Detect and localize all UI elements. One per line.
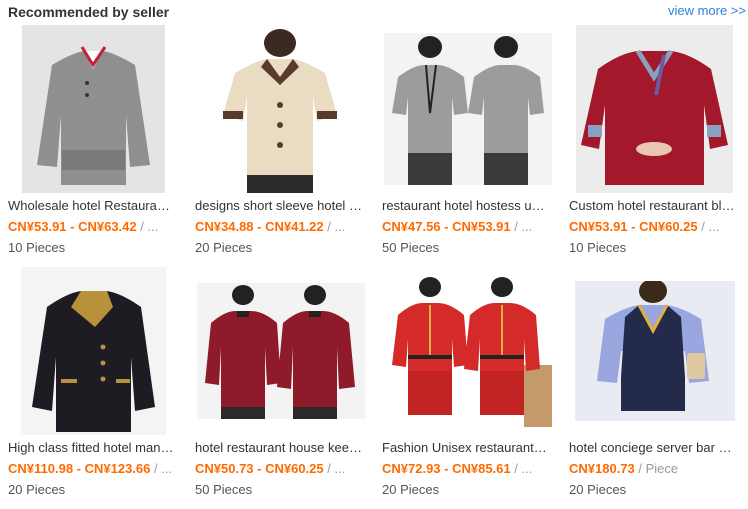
product-price-line: CN¥34.88 - CN¥41.22 / ... — [195, 218, 363, 236]
product-title[interactable]: hotel restaurant house keeping uniform — [195, 439, 363, 457]
product-price: CN¥72.93 - CN¥85.61 — [382, 461, 511, 476]
product-price-line: CN¥180.73 / Piece — [569, 460, 737, 478]
product-image[interactable] — [382, 266, 553, 436]
product-unit: / ... — [510, 461, 533, 476]
product-unit: / ... — [697, 219, 720, 234]
product-image[interactable] — [8, 24, 179, 194]
product-card[interactable]: Fashion Unisex restaurant waiter uniform… — [382, 266, 553, 497]
product-image[interactable] — [569, 24, 740, 194]
product-price: CN¥34.88 - CN¥41.22 — [195, 219, 324, 234]
product-card[interactable]: hotel restaurant house keeping uniform C… — [195, 266, 366, 497]
product-title[interactable]: Custom hotel restaurant blouse uniform — [569, 197, 737, 215]
product-grid: Wholesale hotel Restaurant long sleeve u… — [8, 24, 740, 497]
product-moq: 50 Pieces — [382, 240, 440, 255]
product-moq: 50 Pieces — [195, 482, 253, 497]
product-image[interactable] — [8, 266, 179, 436]
product-price: CN¥110.98 - CN¥123.66 — [8, 461, 151, 476]
product-price-line: CN¥47.56 - CN¥53.91 / ... — [382, 218, 550, 236]
product-title[interactable]: designs short sleeve hotel housekeeping … — [195, 197, 363, 215]
section-title: Recommended by seller — [8, 4, 170, 20]
product-price: CN¥53.91 - CN¥60.25 — [569, 219, 698, 234]
product-image[interactable] — [195, 24, 366, 194]
product-unit: / ... — [323, 461, 346, 476]
product-price: CN¥47.56 - CN¥53.91 — [382, 219, 511, 234]
product-moq: 20 Pieces — [382, 482, 440, 497]
product-card[interactable]: Wholesale hotel Restaurant long sleeve u… — [8, 24, 179, 255]
product-title[interactable]: Wholesale hotel Restaurant long sleeve u… — [8, 197, 176, 215]
product-card[interactable]: Custom hotel restaurant blouse uniform C… — [569, 24, 740, 255]
product-unit: / ... — [323, 219, 346, 234]
product-unit: / ... — [136, 219, 159, 234]
section-header: Recommended by seller view more >> — [0, 0, 748, 24]
product-moq: 20 Pieces — [195, 240, 253, 255]
product-card[interactable]: designs short sleeve hotel housekeeping … — [195, 24, 366, 255]
product-moq: 20 Pieces — [569, 482, 627, 497]
product-title[interactable]: hotel conciege server bar uniform — [569, 439, 737, 457]
product-title[interactable]: High class fitted hotel manager uniform — [8, 439, 176, 457]
product-image[interactable] — [195, 266, 366, 436]
product-price: CN¥180.73 — [569, 461, 635, 476]
product-unit: / ... — [510, 219, 533, 234]
product-image[interactable] — [382, 24, 553, 194]
product-card[interactable]: restaurant hotel hostess uniform CN¥47.5… — [382, 24, 553, 255]
product-card[interactable]: High class fitted hotel manager uniform … — [8, 266, 179, 497]
product-price: CN¥50.73 - CN¥60.25 — [195, 461, 324, 476]
product-unit: / ... — [150, 461, 173, 476]
product-moq: 20 Pieces — [8, 482, 66, 497]
product-unit: / Piece — [634, 461, 679, 476]
product-moq: 10 Pieces — [569, 240, 627, 255]
product-price-line: CN¥72.93 - CN¥85.61 / ... — [382, 460, 550, 478]
view-more-link[interactable]: view more >> — [668, 3, 746, 18]
product-price: CN¥53.91 - CN¥63.42 — [8, 219, 137, 234]
product-image[interactable] — [569, 266, 740, 436]
product-title[interactable]: Fashion Unisex restaurant waiter uniform — [382, 439, 550, 457]
product-price-line: CN¥53.91 - CN¥60.25 / ... — [569, 218, 737, 236]
product-price-line: CN¥50.73 - CN¥60.25 / ... — [195, 460, 363, 478]
product-title[interactable]: restaurant hotel hostess uniform — [382, 197, 550, 215]
product-price-line: CN¥53.91 - CN¥63.42 / ... — [8, 218, 176, 236]
product-moq: 10 Pieces — [8, 240, 66, 255]
product-price-line: CN¥110.98 - CN¥123.66 / ... — [8, 460, 176, 478]
product-card[interactable]: hotel conciege server bar uniform CN¥180… — [569, 266, 740, 497]
